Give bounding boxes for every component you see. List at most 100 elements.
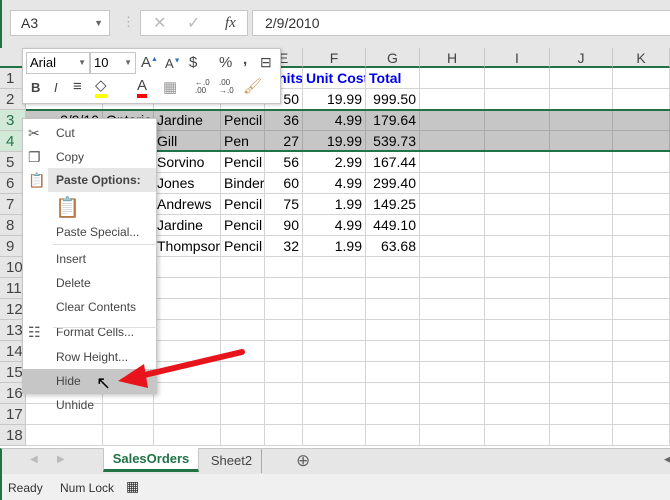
- cell-e3[interactable]: 36: [265, 110, 303, 131]
- cell-h6[interactable]: [420, 173, 485, 194]
- font-select[interactable]: Arial ▼: [26, 52, 90, 74]
- cell-j10[interactable]: [550, 257, 613, 278]
- column-header-f[interactable]: F: [303, 48, 366, 68]
- cell-j5[interactable]: [550, 152, 613, 173]
- cell-e14[interactable]: [265, 341, 303, 362]
- cell-k14[interactable]: [613, 341, 670, 362]
- scroll-right-icon[interactable]: ▶: [57, 454, 65, 465]
- add-sheet-icon[interactable]: ⊕: [296, 451, 310, 471]
- cell-e15[interactable]: [265, 362, 303, 383]
- borders-icon[interactable]: ▦: [163, 78, 177, 96]
- cell-i14[interactable]: [485, 341, 550, 362]
- cell-f9[interactable]: 1.99: [303, 236, 366, 257]
- cell-k8[interactable]: [613, 215, 670, 236]
- cell-e9[interactable]: 32: [265, 236, 303, 257]
- cell-h9[interactable]: [420, 236, 485, 257]
- cell-i16[interactable]: [485, 383, 550, 404]
- cell-e16[interactable]: [265, 383, 303, 404]
- menu-item-clear-contents[interactable]: Clear Contents: [23, 295, 156, 319]
- cell-f1[interactable]: Unit Cost: [303, 68, 366, 89]
- cell-d6[interactable]: Binder: [221, 173, 265, 194]
- cell-h4[interactable]: [420, 131, 485, 152]
- cell-j1[interactable]: [550, 68, 613, 89]
- cell-c10[interactable]: [154, 257, 221, 278]
- cell-j11[interactable]: [550, 278, 613, 299]
- cell-h18[interactable]: [420, 425, 485, 446]
- cell-h13[interactable]: [420, 320, 485, 341]
- cell-i18[interactable]: [485, 425, 550, 446]
- cell-k6[interactable]: [613, 173, 670, 194]
- column-header-k[interactable]: K: [613, 48, 670, 68]
- cell-d9[interactable]: Pencil: [221, 236, 265, 257]
- currency-icon[interactable]: $: [189, 54, 197, 71]
- cell-c11[interactable]: [154, 278, 221, 299]
- percent-icon[interactable]: %: [219, 54, 232, 71]
- cell-g1[interactable]: Total: [366, 68, 420, 89]
- cell-i5[interactable]: [485, 152, 550, 173]
- cell-k16[interactable]: [613, 383, 670, 404]
- cell-d11[interactable]: [221, 278, 265, 299]
- chevron-down-icon[interactable]: ▼: [94, 18, 103, 28]
- menu-item-copy[interactable]: ❐ Copy: [23, 145, 156, 169]
- cell-k17[interactable]: [613, 404, 670, 425]
- cell-g9[interactable]: 63.68: [366, 236, 420, 257]
- cell-i1[interactable]: [485, 68, 550, 89]
- cell-k11[interactable]: [613, 278, 670, 299]
- scroll-left-icon[interactable]: ◀: [30, 454, 38, 465]
- italic-button[interactable]: I: [54, 80, 58, 95]
- cell-g5[interactable]: 167.44: [366, 152, 420, 173]
- cell-d5[interactable]: Pencil: [221, 152, 265, 173]
- increase-font-icon[interactable]: A▲: [141, 54, 158, 71]
- cell-k10[interactable]: [613, 257, 670, 278]
- cell-e8[interactable]: 90: [265, 215, 303, 236]
- cell-f15[interactable]: [303, 362, 366, 383]
- cell-k9[interactable]: [613, 236, 670, 257]
- cell-k7[interactable]: [613, 194, 670, 215]
- cell-h16[interactable]: [420, 383, 485, 404]
- cell-h3[interactable]: [420, 110, 485, 131]
- cell-b18[interactable]: [103, 425, 154, 446]
- cell-d12[interactable]: [221, 299, 265, 320]
- cell-i10[interactable]: [485, 257, 550, 278]
- cell-e10[interactable]: [265, 257, 303, 278]
- cell-c17[interactable]: [154, 404, 221, 425]
- cell-c12[interactable]: [154, 299, 221, 320]
- cell-c4[interactable]: Gill: [154, 131, 221, 152]
- cell-k12[interactable]: [613, 299, 670, 320]
- sheet-tab-salesorders[interactable]: SalesOrders: [103, 448, 199, 472]
- cell-f5[interactable]: 2.99: [303, 152, 366, 173]
- increase-decimal-icon[interactable]: ←.0 .00: [195, 79, 213, 95]
- cell-g3[interactable]: 179.64: [366, 110, 420, 131]
- font-size-select[interactable]: 10 ▼: [90, 52, 136, 74]
- cell-k5[interactable]: [613, 152, 670, 173]
- cell-k2[interactable]: [613, 89, 670, 110]
- cell-e5[interactable]: 56: [265, 152, 303, 173]
- cell-g11[interactable]: [366, 278, 420, 299]
- cell-d8[interactable]: Pencil: [221, 215, 265, 236]
- cell-e17[interactable]: [265, 404, 303, 425]
- cell-c3[interactable]: Jardine: [154, 110, 221, 131]
- cell-j2[interactable]: [550, 89, 613, 110]
- scroll-left-icon[interactable]: ◀: [664, 454, 670, 465]
- cell-h11[interactable]: [420, 278, 485, 299]
- cell-f10[interactable]: [303, 257, 366, 278]
- cell-i9[interactable]: [485, 236, 550, 257]
- fill-color-icon[interactable]: ◇: [95, 78, 107, 98]
- cell-h2[interactable]: [420, 89, 485, 110]
- cell-e6[interactable]: 60: [265, 173, 303, 194]
- formula-input[interactable]: 2/9/2010: [252, 10, 670, 36]
- cell-j13[interactable]: [550, 320, 613, 341]
- menu-item-unhide[interactable]: Unhide: [23, 393, 156, 417]
- bold-button[interactable]: B: [31, 80, 40, 95]
- macro-record-icon[interactable]: ▦: [126, 478, 139, 495]
- cell-e12[interactable]: [265, 299, 303, 320]
- cell-j16[interactable]: [550, 383, 613, 404]
- cell-f8[interactable]: 4.99: [303, 215, 366, 236]
- menu-item-delete[interactable]: Delete: [23, 271, 156, 295]
- column-header-g[interactable]: G: [366, 48, 420, 68]
- cell-d13[interactable]: [221, 320, 265, 341]
- menu-item-cut[interactable]: ✂ Cut: [23, 121, 156, 145]
- cell-j8[interactable]: [550, 215, 613, 236]
- cell-h17[interactable]: [420, 404, 485, 425]
- cell-h8[interactable]: [420, 215, 485, 236]
